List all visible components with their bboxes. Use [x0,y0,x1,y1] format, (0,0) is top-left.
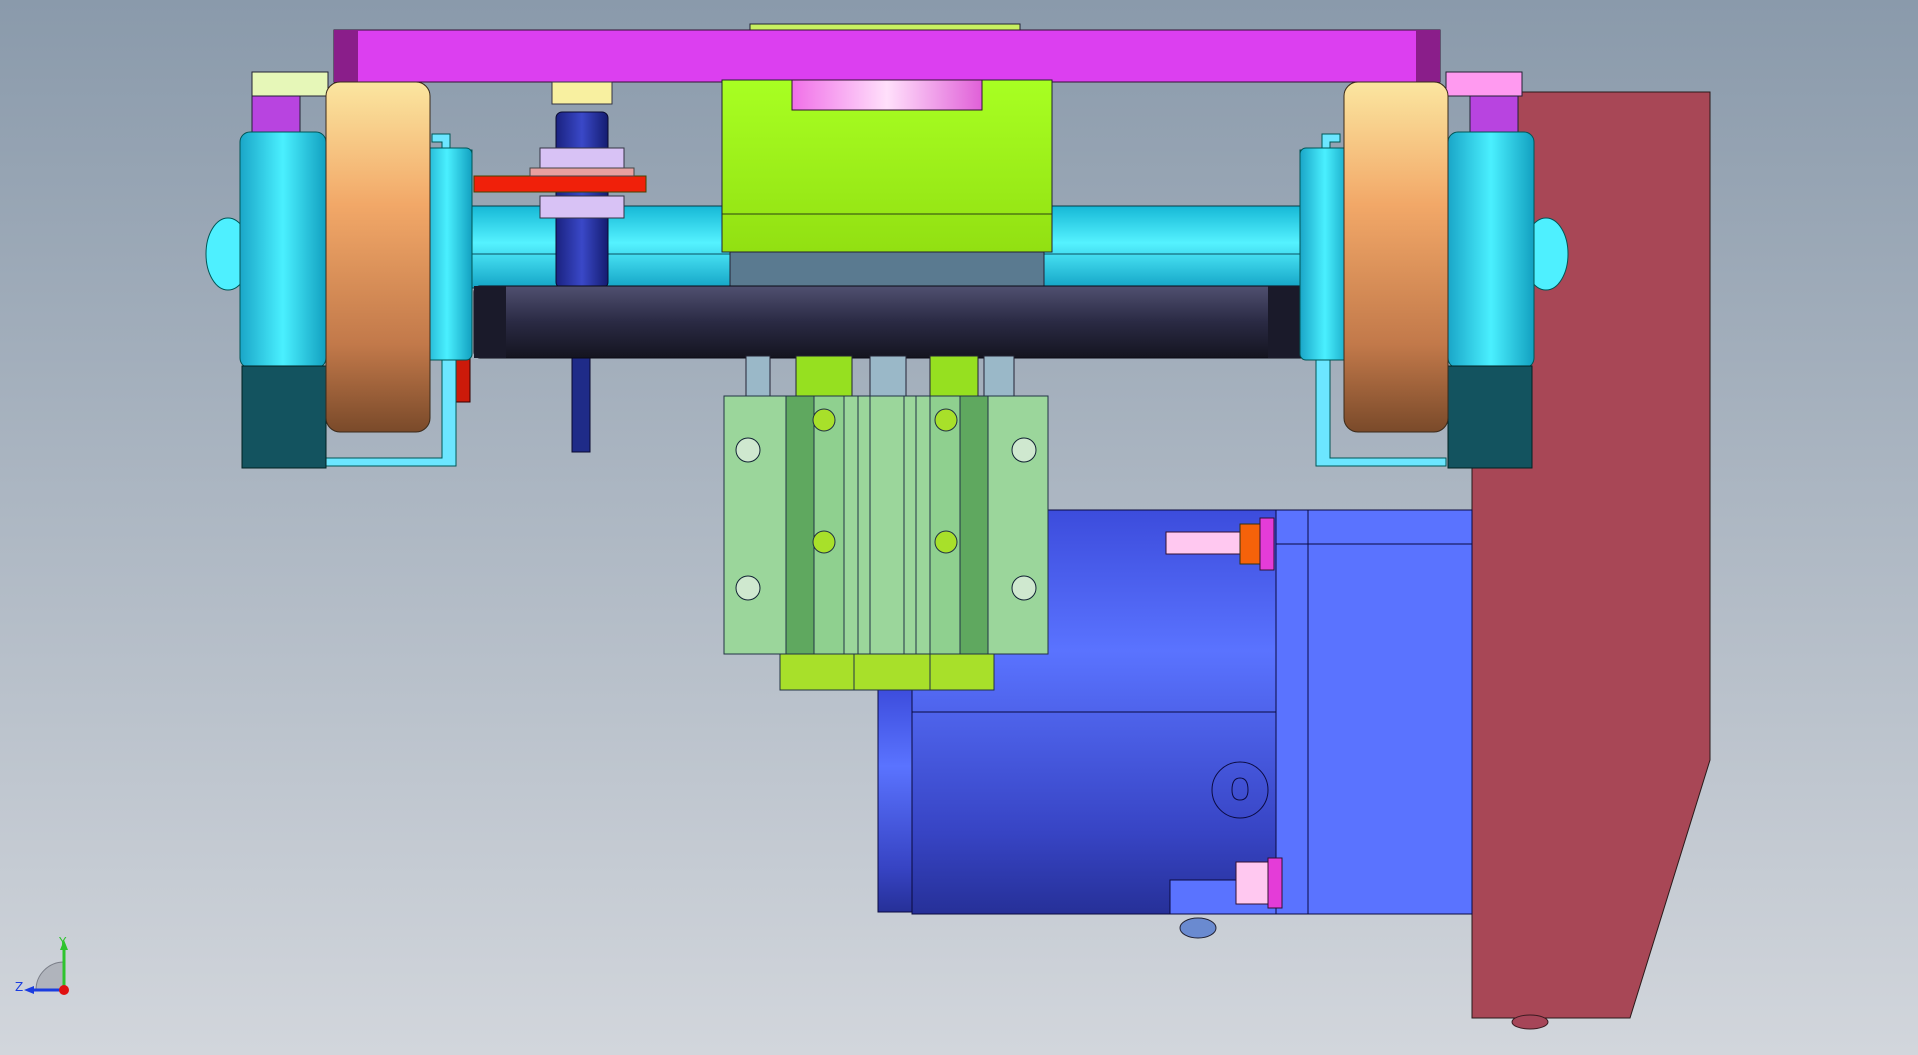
cad-3d-viewport[interactable]: Y Z [0,0,1918,1055]
guide-hole-3 [812,530,836,554]
sensor-nut-lower [539,195,625,219]
triad-z-label: Z [15,980,23,994]
guide-screw-4 [1011,575,1037,601]
guide-hole-4 [934,530,958,554]
triad-x-axis [59,985,69,995]
plate-foot-bolt [1511,1014,1549,1030]
linear-guide-block[interactable] [723,395,1049,691]
guide-hole-1 [812,408,836,432]
cad-model-canvas[interactable]: Y Z [0,0,1918,1055]
center-mounting-block[interactable] [721,79,1053,289]
top-crossbar[interactable] [333,23,1441,83]
guide-rod[interactable] [473,285,1307,359]
motor-drain-screw [1179,917,1217,939]
guide-screw-2 [1011,437,1037,463]
guide-screw-1 [735,437,761,463]
motor-orange-collar [1239,523,1263,565]
center-bushing [791,79,983,111]
left-wheel[interactable] [325,81,431,433]
guide-hole-2 [934,408,958,432]
right-wheel[interactable] [1343,81,1449,433]
sensor-washer [529,167,635,177]
motor-shaft-pin [1165,531,1243,555]
sensor-cable [571,355,591,453]
sensor-nut-upper [539,147,625,169]
sensor-bracket[interactable] [473,175,647,193]
triad-y-label: Y [58,935,67,949]
guide-screw-3 [735,575,761,601]
